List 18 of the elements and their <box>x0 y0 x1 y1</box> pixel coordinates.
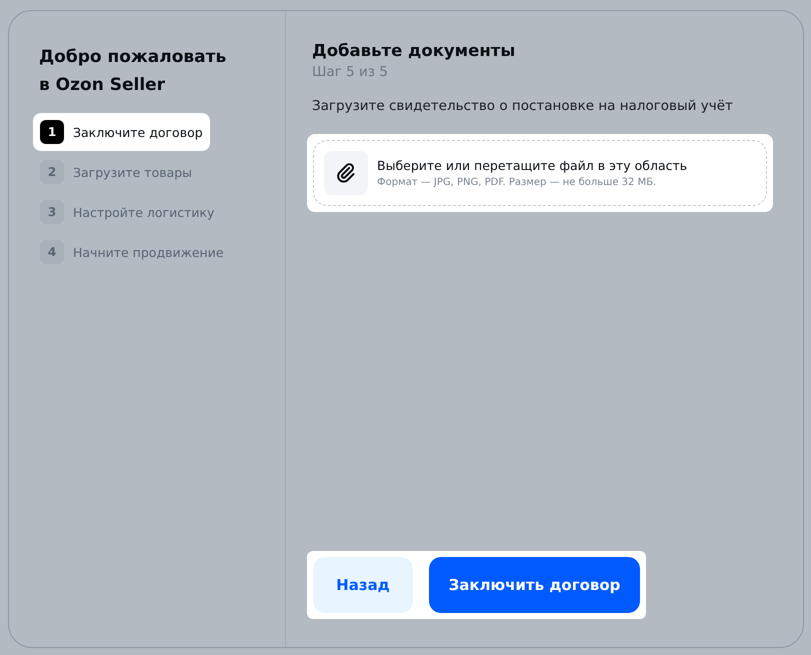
step-number: 4 <box>40 240 64 264</box>
step-number: 2 <box>40 160 64 184</box>
step-number: 3 <box>40 200 64 224</box>
step-item[interactable]: 3 Настройте логистику <box>33 193 222 231</box>
dropzone-text: Выберите или перетащите файл в эту область <box>377 158 688 173</box>
paperclip-icon <box>324 151 368 195</box>
file-dropzone[interactable]: Выберите или перетащите файл в эту область Формат — JPG, PNG, PDF. Размер — не больше 32 МБ. <box>313 140 767 206</box>
section-title: Добавьте документы <box>312 41 516 60</box>
sign-contract-button[interactable]: Заключить договор <box>429 557 640 613</box>
format-hint: Формат — JPG, PNG, PDF. Размер — не больше 32 МБ. <box>377 177 658 188</box>
step-item[interactable]: 2 Загрузите товары <box>33 153 200 191</box>
instruction-text: Загрузите свидетельство о постановке на налоговый учёт <box>312 98 734 114</box>
step-counter: Шаг 5 из 5 <box>312 64 389 80</box>
welcome-title: Добро пожаловать в Ozon Seller <box>39 46 228 97</box>
step-number: 1 <box>40 120 64 144</box>
step-item[interactable]: 4 Начните продвижение <box>33 233 231 271</box>
back-button[interactable]: Назад <box>313 557 413 613</box>
step-item[interactable]: 1 Заключите договор <box>33 113 210 151</box>
